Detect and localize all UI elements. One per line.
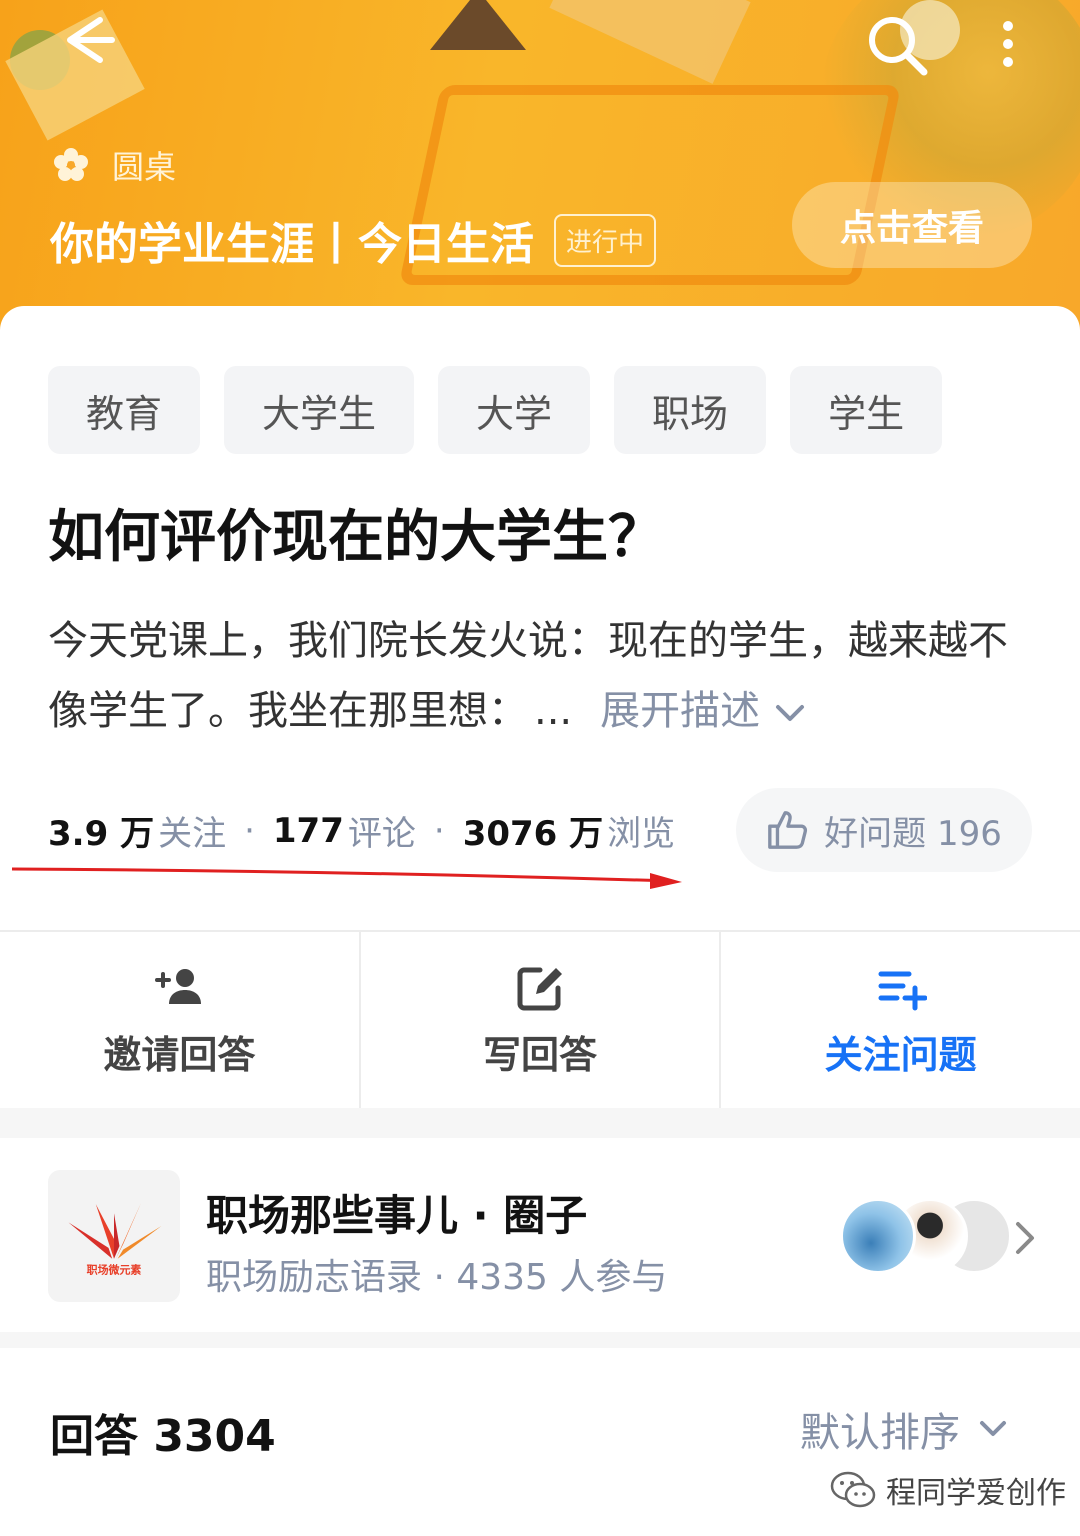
topic-tag[interactable]: 大学生: [224, 366, 415, 454]
more-options-icon[interactable]: [988, 14, 1028, 74]
description-text: 今天党课上，我们院长发火说：现在的学生，越来越不像学生了。我坐在那里想：: [48, 618, 1008, 734]
answers-header: 回答 3304 默认排序 程同学爱创作: [0, 1348, 1080, 1536]
watermark: 程同学爱创作: [830, 1468, 1066, 1512]
write-answer-button[interactable]: 写回答: [361, 932, 722, 1108]
topic-tag[interactable]: 教育: [48, 366, 201, 454]
comments-count[interactable]: 177: [273, 811, 344, 851]
back-icon[interactable]: [52, 10, 122, 70]
edit-icon: [517, 967, 562, 1010]
views-label: 浏览: [607, 814, 676, 854]
banner-title: 你的学业生涯丨今日生活 进行中: [50, 208, 657, 272]
roundtable-text: 圆桌: [112, 148, 177, 186]
topic-tag[interactable]: 学生: [790, 366, 943, 454]
chevron-down-icon[interactable]: [774, 703, 806, 723]
roundtable-icon: [54, 148, 88, 181]
thumbs-up-icon: [768, 811, 808, 849]
flame-logo-icon: 职场微元素: [68, 1202, 162, 1276]
annotation-arrow: [11, 867, 682, 889]
sort-label: 默认排序: [800, 1410, 960, 1456]
question-card: 教育 大学生 大学 职场 学生 如何评价现在的大学生？ 今天党课上，我们院长发火…: [0, 306, 1080, 930]
search-icon[interactable]: [862, 10, 932, 80]
description-ellipsis: ...: [534, 688, 573, 734]
expand-description-link[interactable]: 展开描述: [600, 688, 760, 734]
watermark-text: 程同学爱创作: [886, 1476, 1066, 1511]
wechat-icon: [830, 1471, 876, 1508]
invite-answer-button[interactable]: 邀请回答: [0, 932, 361, 1108]
invite-answer-label: 邀请回答: [103, 1032, 256, 1077]
question-description[interactable]: 今天党课上，我们院长发火说：现在的学生，越来越不像学生了。我坐在那里想：... 展…: [48, 606, 1038, 746]
question-title: 如何评价现在的大学生？: [48, 505, 664, 570]
topic-tag[interactable]: 大学: [438, 366, 591, 454]
circle-logo: 职场微元素: [48, 1170, 180, 1302]
circle-name: 职场那些事儿 · 圈子: [206, 1191, 588, 1240]
comments-label[interactable]: 评论: [348, 806, 416, 855]
banner-decoration: [549, 0, 751, 84]
topic-tags: 教育 大学生 大学 职场 学生: [48, 366, 943, 454]
question-actions: 邀请回答 写回答 关注问题: [0, 930, 1080, 1108]
topic-tag[interactable]: 职场: [614, 366, 767, 454]
add-user-icon: [155, 968, 202, 1004]
stats-separator: ·: [244, 810, 255, 851]
follow-question-button[interactable]: 关注问题: [721, 932, 1080, 1108]
roundtable-label: 圆桌: [52, 142, 176, 188]
avatar: [840, 1198, 916, 1274]
write-answer-label: 写回答: [483, 1032, 598, 1077]
status-badge: 进行中: [554, 213, 657, 267]
followers-count: 3.9 万: [48, 814, 155, 854]
good-question-label: 好问题 196: [824, 813, 1002, 854]
follow-question-label: 关注问题: [824, 1032, 977, 1077]
stats-separator: ·: [433, 810, 445, 851]
banner-title-text: 你的学业生涯丨今日生活: [50, 219, 534, 270]
question-stats: 3.9 万 关注 · 177 评论 · 3076 万 浏览: [48, 806, 675, 855]
good-question-button[interactable]: 好问题 196: [736, 788, 1032, 872]
answers-count: 回答 3304: [50, 1411, 276, 1462]
circle-logo-text: 职场微元素: [87, 1262, 142, 1276]
followers-label: 关注: [158, 814, 227, 854]
circle-card[interactable]: 职场微元素 职场那些事儿 · 圈子 职场励志语录 · 4335 人参与: [0, 1138, 1080, 1332]
roundtable-banner[interactable]: 圆桌 你的学业生涯丨今日生活 进行中 点击查看: [0, 0, 1080, 330]
views-count: 3076 万: [462, 814, 604, 854]
chevron-right-icon[interactable]: [1012, 1218, 1038, 1258]
view-roundtable-button[interactable]: 点击查看: [792, 182, 1032, 268]
chevron-down-icon: [980, 1421, 1006, 1436]
member-avatars: [840, 1198, 1012, 1274]
sort-dropdown[interactable]: 默认排序: [800, 1400, 1008, 1458]
banner-decoration: [430, 0, 526, 50]
follow-list-icon: [878, 971, 927, 1010]
circle-subtitle: 职场励志语录 · 4335 人参与: [206, 1257, 668, 1298]
